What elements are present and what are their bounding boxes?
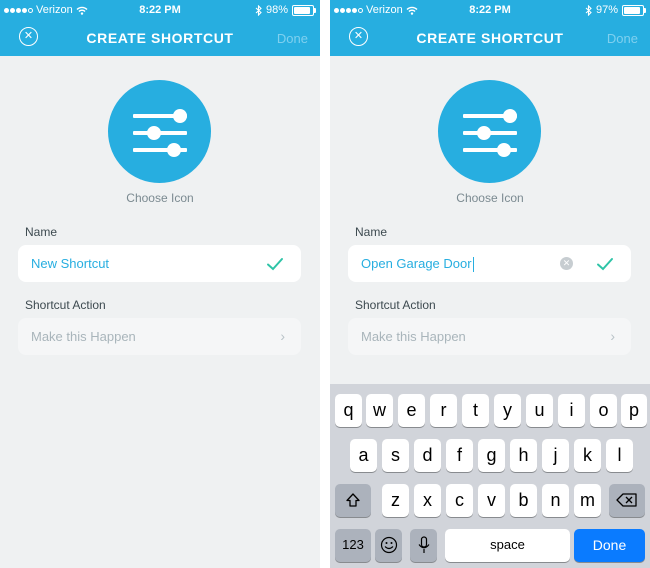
key-m[interactable]: m xyxy=(574,484,601,517)
key-e[interactable]: e xyxy=(398,394,425,427)
key-w[interactable]: w xyxy=(366,394,393,427)
onscreen-keyboard: q w e r t y u i o p a s d f g h j k l z … xyxy=(330,384,650,568)
name-field[interactable]: Open Garage Door ✕ xyxy=(348,245,631,282)
action-placeholder: Make this Happen xyxy=(361,329,466,344)
done-button[interactable]: Done xyxy=(607,31,638,46)
done-button[interactable]: Done xyxy=(277,31,308,46)
shift-icon xyxy=(346,493,360,507)
space-key[interactable]: space xyxy=(445,529,570,562)
shortcut-icon-picker[interactable] xyxy=(108,80,211,183)
status-bar: Verizon 8:22 PM 98% xyxy=(0,0,320,20)
dictation-key[interactable] xyxy=(410,529,437,562)
right-phone-screen: Verizon 8:22 PM 97% ✕ CREATE SHORTCUT Do… xyxy=(330,0,650,568)
shift-key[interactable] xyxy=(335,484,371,517)
key-f[interactable]: f xyxy=(446,439,473,472)
name-label: Name xyxy=(355,225,388,239)
screenshot-divider xyxy=(320,0,330,568)
key-v[interactable]: v xyxy=(478,484,505,517)
key-d[interactable]: d xyxy=(414,439,441,472)
text-cursor xyxy=(472,257,474,273)
backspace-key[interactable] xyxy=(609,484,645,517)
bluetooth-icon xyxy=(585,4,592,16)
shortcut-action-field[interactable]: Make this Happen › xyxy=(18,318,301,355)
key-g[interactable]: g xyxy=(478,439,505,472)
key-b[interactable]: b xyxy=(510,484,537,517)
key-k[interactable]: k xyxy=(574,439,601,472)
backspace-icon xyxy=(616,493,637,507)
key-z[interactable]: z xyxy=(382,484,409,517)
check-icon[interactable] xyxy=(595,254,615,274)
key-t[interactable]: t xyxy=(462,394,489,427)
key-i[interactable]: i xyxy=(558,394,585,427)
key-u[interactable]: u xyxy=(526,394,553,427)
key-p[interactable]: p xyxy=(621,394,647,427)
chevron-right-icon: › xyxy=(280,328,285,344)
key-l[interactable]: l xyxy=(606,439,633,472)
key-h[interactable]: h xyxy=(510,439,537,472)
microphone-icon xyxy=(418,536,429,553)
battery-icon xyxy=(622,4,646,16)
emoji-icon xyxy=(380,536,397,554)
key-x[interactable]: x xyxy=(414,484,441,517)
shortcut-icon-picker[interactable] xyxy=(438,80,541,183)
clear-icon[interactable]: ✕ xyxy=(560,257,573,270)
name-input-value[interactable]: Open Garage Door xyxy=(361,256,474,273)
key-o[interactable]: o xyxy=(590,394,617,427)
key-n[interactable]: n xyxy=(542,484,569,517)
name-label: Name xyxy=(25,225,58,239)
check-icon[interactable] xyxy=(265,254,285,274)
battery-percent: 98% xyxy=(265,4,288,16)
header-bar: Verizon 8:22 PM 97% ✕ CREATE SHORTCUT Do… xyxy=(330,0,650,56)
key-r[interactable]: r xyxy=(430,394,457,427)
key-q[interactable]: q xyxy=(335,394,362,427)
choose-icon-label[interactable]: Choose Icon xyxy=(330,191,650,205)
chevron-right-icon: › xyxy=(610,328,615,344)
key-s[interactable]: s xyxy=(382,439,409,472)
shortcut-action-label: Shortcut Action xyxy=(25,298,106,312)
shortcut-action-label: Shortcut Action xyxy=(355,298,436,312)
page-title: CREATE SHORTCUT xyxy=(416,30,564,46)
key-j[interactable]: j xyxy=(542,439,569,472)
key-a[interactable]: a xyxy=(350,439,377,472)
key-c[interactable]: c xyxy=(446,484,473,517)
key-y[interactable]: y xyxy=(494,394,521,427)
status-bar: Verizon 8:22 PM 97% xyxy=(330,0,650,20)
choose-icon-label[interactable]: Choose Icon xyxy=(0,191,320,205)
keyboard-done-key[interactable]: Done xyxy=(574,529,645,562)
name-field[interactable]: New Shortcut xyxy=(18,245,301,282)
page-title: CREATE SHORTCUT xyxy=(86,30,234,46)
header-bar: Verizon 8:22 PM 98% ✕ CREATE SHORTCUT Do… xyxy=(0,0,320,56)
sliders-icon xyxy=(463,109,517,157)
numbers-key[interactable]: 123 xyxy=(335,529,371,562)
battery-percent: 97% xyxy=(595,4,618,16)
shortcut-action-field[interactable]: Make this Happen › xyxy=(348,318,631,355)
left-phone-screen: Verizon 8:22 PM 98% ✕ CREATE SHORTCUT Do… xyxy=(0,0,320,568)
sliders-icon xyxy=(133,109,187,157)
battery-icon xyxy=(292,4,316,16)
action-placeholder: Make this Happen xyxy=(31,329,136,344)
bluetooth-icon xyxy=(255,4,262,16)
name-input-value[interactable]: New Shortcut xyxy=(31,256,109,271)
emoji-key[interactable] xyxy=(375,529,402,562)
